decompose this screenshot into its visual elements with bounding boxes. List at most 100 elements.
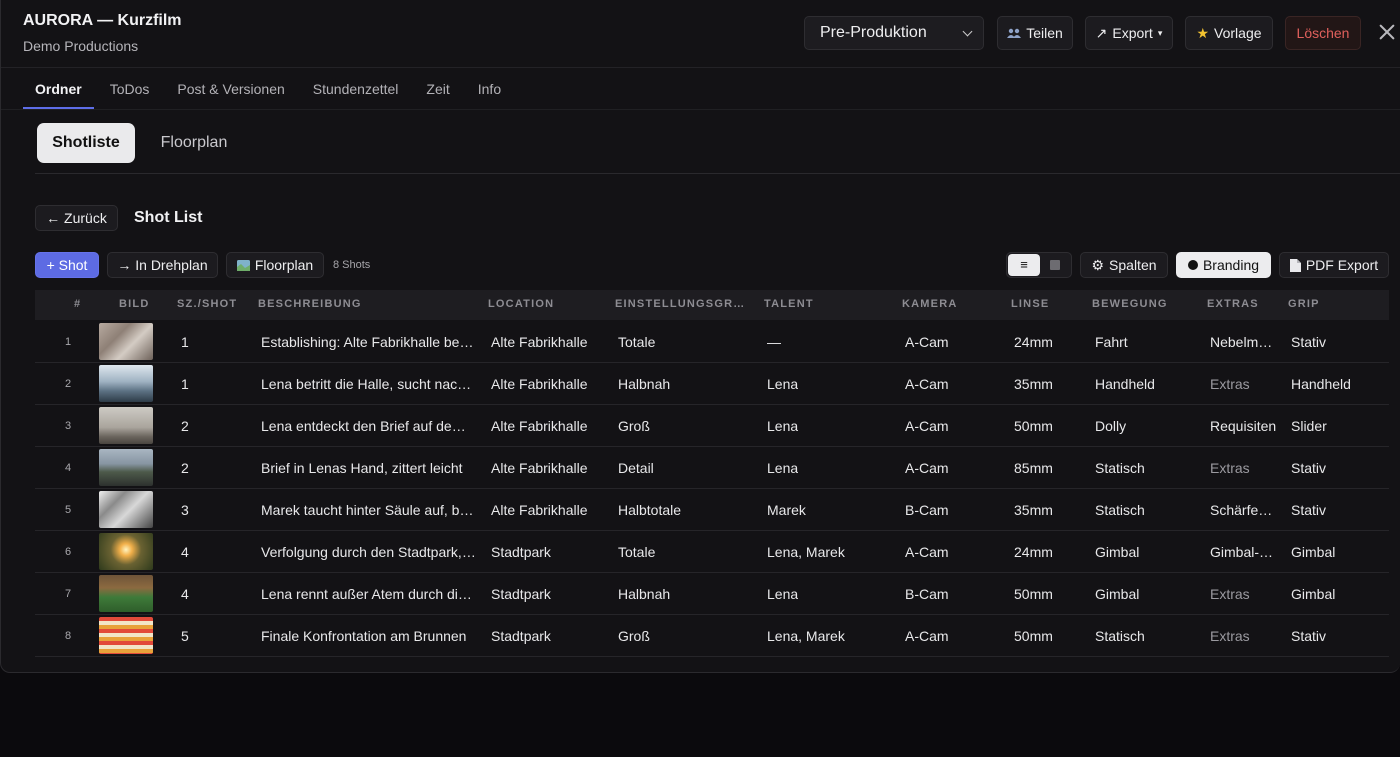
- cell-talent: Lena: [767, 418, 799, 434]
- table-row[interactable]: 6 4 Verfolgung durch den Stadtpark, Abendl…: [35, 531, 1389, 573]
- tab-zeit[interactable]: Zeit: [414, 70, 461, 109]
- cell-desc: Verfolgung durch den Stadtpark, Abendlic…: [261, 544, 476, 560]
- template-label: Vorlage: [1214, 25, 1262, 41]
- cell-desc: Establishing: Alte Fabrikhalle bei Nacht: [261, 334, 476, 350]
- pdf-export-button[interactable]: PDF Export: [1279, 252, 1389, 278]
- branding-button[interactable]: Branding: [1176, 252, 1271, 278]
- cell-grip: Gimbal: [1291, 586, 1336, 602]
- columns-button[interactable]: ⚙ Spalten: [1080, 252, 1168, 278]
- tab-info[interactable]: Info: [466, 70, 513, 109]
- col-image[interactable]: BILD: [119, 298, 149, 310]
- cell-move: Statisch: [1095, 460, 1145, 476]
- cell-camera: B-Cam: [905, 586, 949, 602]
- tab-ordner[interactable]: Ordner: [23, 70, 94, 109]
- cell-talent: Lena: [767, 586, 799, 602]
- shot-thumbnail[interactable]: [99, 449, 153, 486]
- star-icon: ★: [1196, 24, 1210, 41]
- cell-scene: 1: [181, 334, 189, 350]
- cell-grip: Stativ: [1291, 502, 1327, 518]
- map-icon: [236, 259, 250, 271]
- cell-move: Gimbal: [1095, 586, 1140, 602]
- branding-dot-icon: [1187, 260, 1198, 270]
- export-button[interactable]: ↗ Export ▾: [1085, 16, 1173, 50]
- shot-thumbnail[interactable]: [99, 533, 153, 570]
- subtab-shotliste[interactable]: Shotliste: [37, 123, 135, 163]
- project-title: AURORA — Kurzfilm: [23, 12, 182, 29]
- cell-scene: 4: [181, 544, 189, 560]
- cell-extras: Extras: [1210, 376, 1250, 392]
- shot-thumbnail[interactable]: [99, 365, 153, 402]
- col-extras[interactable]: EXTRAS: [1207, 298, 1259, 310]
- table-row[interactable]: 2 1 Lena betritt die Halle, sucht nach dem…: [35, 363, 1389, 405]
- cell-size: Halbtotale: [618, 502, 682, 518]
- shot-thumbnail[interactable]: [99, 491, 153, 528]
- cell-location: Stadtpark: [491, 586, 551, 602]
- cell-location: Alte Fabrikhalle: [491, 418, 588, 434]
- col-lens[interactable]: LINSE: [1011, 298, 1049, 310]
- columns-label: Spalten: [1109, 257, 1157, 273]
- cell-lens: 50mm: [1014, 628, 1053, 644]
- table-row[interactable]: 8 5 Finale Konfrontation am Brunnen Stadtpa…: [35, 615, 1389, 657]
- subtabs-divider: [35, 173, 1400, 174]
- cell-grip: Stativ: [1291, 334, 1327, 350]
- cell-scene: 2: [181, 418, 189, 434]
- shot-thumbnail[interactable]: [99, 407, 153, 444]
- subtab-floorplan[interactable]: Floorplan: [146, 123, 242, 163]
- col-scene-shot[interactable]: SZ./SHOT: [177, 298, 237, 310]
- project-panel: AURORA — Kurzfilm Demo Productions Pre-P…: [0, 0, 1400, 673]
- cell-desc: Lena entdeckt den Brief auf dem Tisch: [261, 418, 476, 434]
- cell-scene: 2: [181, 460, 189, 476]
- table-row[interactable]: 5 3 Marek taucht hinter Säule auf, beobach…: [35, 489, 1389, 531]
- col-shot-size[interactable]: EINSTELLUNGSGRÖSSE: [615, 298, 753, 310]
- shotlist-title: Shot List: [134, 209, 203, 226]
- shot-thumbnail[interactable]: [99, 575, 153, 612]
- grid-view-icon[interactable]: [1050, 260, 1060, 270]
- to-schedule-button[interactable]: → In Drehplan: [107, 252, 218, 278]
- cell-talent: Lena, Marek: [767, 628, 845, 644]
- col-grip[interactable]: GRIP: [1288, 298, 1320, 310]
- gear-icon: ⚙: [1091, 256, 1105, 273]
- cell-move: Dolly: [1095, 418, 1127, 434]
- cell-desc: Lena rennt außer Atem durch die Wiese: [261, 586, 476, 602]
- close-icon[interactable]: [1377, 22, 1397, 42]
- cell-size: Groß: [618, 418, 650, 434]
- cell-extras: Gimbal-Operator: [1210, 544, 1278, 560]
- cell-move: Handheld: [1095, 376, 1155, 392]
- cell-move: Statisch: [1095, 502, 1145, 518]
- col-location[interactable]: LOCATION: [488, 298, 554, 310]
- col-number[interactable]: #: [74, 298, 81, 310]
- floorplan-button[interactable]: Floorplan: [226, 252, 324, 278]
- delete-button[interactable]: Löschen: [1285, 16, 1361, 50]
- cell-n: 4: [65, 462, 72, 474]
- delete-label: Löschen: [1296, 25, 1350, 41]
- cell-extras: Requisiten: [1210, 418, 1277, 434]
- shot-thumbnail[interactable]: [99, 323, 153, 360]
- pdf-export-label: PDF Export: [1305, 257, 1379, 273]
- cell-extras: Extras: [1210, 628, 1250, 644]
- template-button[interactable]: ★ Vorlage: [1185, 16, 1273, 50]
- col-talent[interactable]: TALENT: [764, 298, 814, 310]
- cell-talent: Marek: [767, 502, 806, 518]
- cell-lens: 24mm: [1014, 334, 1053, 350]
- people-icon: [1007, 28, 1022, 38]
- cell-camera: A-Cam: [905, 544, 949, 560]
- table-row[interactable]: 4 2 Brief in Lenas Hand, zittert leicht Alt…: [35, 447, 1389, 489]
- tab-todos[interactable]: ToDos: [98, 70, 162, 109]
- col-movement[interactable]: BEWEGUNG: [1092, 298, 1168, 310]
- table-row[interactable]: 7 4 Lena rennt außer Atem durch die Wiese S…: [35, 573, 1389, 615]
- list-view-icon[interactable]: ≡: [1008, 254, 1040, 276]
- shot-thumbnail[interactable]: [99, 617, 153, 654]
- share-button[interactable]: Teilen: [997, 16, 1073, 50]
- cell-extras: Extras: [1210, 586, 1250, 602]
- tab-stundenzettel[interactable]: Stundenzettel: [301, 70, 411, 109]
- col-description[interactable]: BESCHREIBUNG: [258, 298, 362, 310]
- cell-size: Detail: [618, 460, 654, 476]
- add-shot-button[interactable]: + Shot: [35, 252, 99, 278]
- col-camera[interactable]: KAMERA: [902, 298, 957, 310]
- back-button[interactable]: ← Zurück: [35, 205, 118, 231]
- table-row[interactable]: 1 1 Establishing: Alte Fabrikhalle bei Nac…: [35, 321, 1389, 363]
- cell-lens: 35mm: [1014, 376, 1053, 392]
- table-row[interactable]: 3 2 Lena entdeckt den Brief auf dem Tisch A…: [35, 405, 1389, 447]
- tab-post-versionen[interactable]: Post & Versionen: [165, 70, 296, 109]
- phase-select[interactable]: Pre-Produktion: [804, 16, 984, 50]
